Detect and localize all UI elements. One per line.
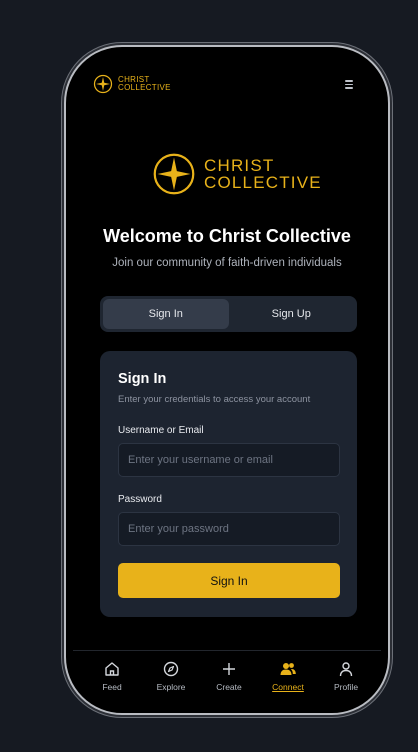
compass-icon <box>163 661 179 677</box>
nav-item-feed[interactable]: Feed <box>87 661 137 692</box>
brand-logo-text: CHRIST COLLECTIVE <box>204 156 322 192</box>
nav-label: Explore <box>156 682 186 692</box>
star-cross-logo-icon <box>93 74 113 94</box>
plus-icon <box>223 663 235 675</box>
tab-sign-up[interactable]: Sign Up <box>229 299 355 329</box>
nav-label: Connect <box>272 682 304 692</box>
username-label: Username or Email <box>118 425 204 436</box>
star-cross-logo-icon <box>153 153 195 195</box>
sign-in-button[interactable]: Sign In <box>118 563 340 598</box>
form-description: Enter your credentials to access your ac… <box>118 394 311 405</box>
brand-logo: CHRIST COLLECTIVE <box>152 152 322 196</box>
nav-label: Feed <box>102 682 122 692</box>
auth-tabs: Sign In Sign Up <box>100 296 357 332</box>
nav-item-explore[interactable]: Explore <box>146 661 196 692</box>
password-input[interactable] <box>118 512 340 546</box>
header-logo-text: CHRIST COLLECTIVE <box>118 75 171 92</box>
username-input[interactable] <box>118 443 340 477</box>
bottom-nav: Feed Explore Create Connect Profile <box>73 650 381 706</box>
user-icon <box>339 662 353 677</box>
nav-item-connect[interactable]: Connect <box>263 661 313 692</box>
sign-in-card: Sign In Enter your credentials to access… <box>100 351 357 617</box>
password-label: Password <box>118 494 162 505</box>
tab-sign-in[interactable]: Sign In <box>103 299 229 329</box>
users-icon <box>280 663 296 675</box>
phone-frame: CHRIST COLLECTIVE CHRIST COLLECTIVE Welc… <box>64 45 390 715</box>
nav-label: Profile <box>333 682 359 692</box>
app-screen: CHRIST COLLECTIVE CHRIST COLLECTIVE Welc… <box>73 54 381 706</box>
home-icon <box>105 662 119 676</box>
form-title: Sign In <box>118 371 167 387</box>
nav-item-profile[interactable]: Profile <box>321 661 371 692</box>
nav-label: Create <box>216 682 242 692</box>
header-logo[interactable]: CHRIST COLLECTIVE <box>93 74 171 94</box>
welcome-subtitle: Join our community of faith-driven indiv… <box>112 257 342 269</box>
nav-item-create[interactable]: Create <box>204 661 254 692</box>
menu-icon[interactable] <box>345 80 353 89</box>
welcome-title: Welcome to Christ Collective <box>103 226 351 246</box>
